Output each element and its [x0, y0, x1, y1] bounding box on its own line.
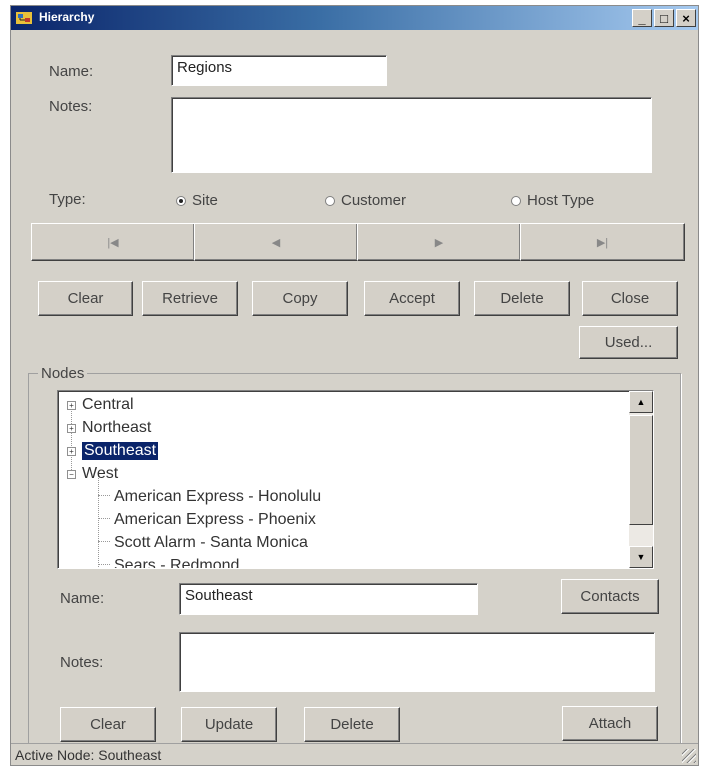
scroll-up-button[interactable]: ▲ — [629, 391, 653, 413]
window-title: Hierarchy — [39, 10, 95, 24]
tree-node-label-selected: Southeast — [82, 442, 159, 460]
last-record-icon: ▶| — [596, 236, 609, 249]
attach-button[interactable]: Attach — [562, 706, 658, 741]
tree-node-central[interactable]: + Central — [67, 394, 134, 416]
name-label: Name: — [49, 63, 94, 80]
status-bar: Active Node: Southeast — [11, 743, 698, 765]
type-radio-host-type[interactable]: Host Type — [511, 192, 594, 209]
contacts-button[interactable]: Contacts — [561, 579, 659, 614]
tree-connector — [98, 495, 110, 496]
tree-leaf-label: Scott Alarm - Santa Monica — [114, 534, 308, 551]
type-label: Type: — [49, 191, 86, 208]
tree-connector — [98, 541, 110, 542]
radio-unselected-icon — [511, 195, 521, 206]
scroll-down-icon: ▼ — [636, 552, 646, 562]
tree-leaf-amex-phoenix[interactable]: American Express - Phoenix — [114, 509, 316, 531]
node-name-input[interactable]: Southeast — [179, 583, 478, 615]
node-delete-button[interactable]: Delete — [304, 707, 400, 742]
collapse-icon[interactable]: − — [67, 469, 76, 479]
close-window-button[interactable]: × — [676, 9, 696, 27]
type-radio-customer[interactable]: Customer — [325, 192, 406, 209]
scroll-down-button[interactable]: ▼ — [629, 546, 653, 568]
nodes-tree[interactable]: + Central + Northeast + Southeast − West… — [57, 390, 654, 569]
minimize-icon: _ — [638, 10, 646, 26]
tree-leaf-label: American Express - Phoenix — [114, 511, 316, 528]
tree-connector — [98, 472, 99, 568]
hierarchy-app-icon — [16, 12, 32, 24]
node-clear-button[interactable]: Clear — [60, 707, 156, 742]
close-icon: × — [682, 10, 690, 26]
node-notes-label: Notes: — [60, 654, 104, 671]
tree-node-west[interactable]: − West — [67, 463, 118, 485]
next-record-button[interactable]: ▶ — [357, 223, 521, 261]
nodes-group-title: Nodes — [38, 365, 88, 382]
expand-icon[interactable]: + — [67, 400, 76, 410]
tree-connector — [98, 564, 110, 565]
type-option-host-type-label: Host Type — [527, 192, 595, 209]
delete-button[interactable]: Delete — [474, 281, 570, 316]
tree-scrollbar[interactable]: ▲ ▼ — [629, 391, 653, 568]
expand-icon[interactable]: + — [67, 423, 76, 433]
tree-node-label: Central — [82, 396, 134, 413]
used-button[interactable]: Used... — [579, 326, 678, 359]
radio-selected-icon — [176, 195, 186, 206]
first-record-icon: |◀ — [107, 236, 119, 249]
tree-node-label: West — [82, 465, 119, 482]
type-option-site-label: Site — [192, 192, 218, 209]
last-record-button[interactable]: ▶| — [520, 223, 685, 261]
next-record-icon: ▶ — [434, 236, 444, 249]
tree-connector — [98, 518, 110, 519]
resize-grip-icon[interactable] — [682, 749, 696, 763]
maximize-icon: □ — [660, 10, 668, 26]
tree-node-label: Northeast — [82, 419, 152, 436]
previous-record-icon: ◀ — [271, 236, 281, 249]
copy-button[interactable]: Copy — [252, 281, 348, 316]
tree-leaf-scott-alarm[interactable]: Scott Alarm - Santa Monica — [114, 532, 308, 554]
tree-leaf-label: American Express - Honolulu — [114, 488, 322, 505]
title-bar[interactable]: Hierarchy _ □ × — [11, 6, 698, 30]
radio-unselected-icon — [325, 195, 335, 206]
type-option-customer-label: Customer — [341, 192, 407, 209]
first-record-button[interactable]: |◀ — [31, 223, 195, 261]
record-navigation-bar: |◀ ◀ ▶ ▶| — [31, 223, 685, 261]
tree-node-northeast[interactable]: + Northeast — [67, 417, 151, 439]
tree-leaf-label: Sears - Redmond — [114, 557, 240, 569]
maximize-button[interactable]: □ — [654, 9, 674, 27]
node-notes-textarea[interactable] — [179, 632, 655, 692]
notes-label: Notes: — [49, 98, 93, 115]
retrieve-button[interactable]: Retrieve — [142, 281, 238, 316]
node-name-label: Name: — [60, 590, 105, 607]
previous-record-button[interactable]: ◀ — [194, 223, 358, 261]
scroll-thumb[interactable] — [629, 415, 653, 525]
tree-leaf-amex-honolulu[interactable]: American Express - Honolulu — [114, 486, 321, 508]
tree-node-southeast[interactable]: + Southeast — [67, 440, 159, 462]
name-input[interactable]: Regions — [171, 55, 387, 86]
expand-icon[interactable]: + — [67, 446, 76, 456]
accept-button[interactable]: Accept — [364, 281, 460, 316]
hierarchy-window: Hierarchy _ □ × Name: Regions Notes: Typ… — [10, 5, 699, 766]
close-button[interactable]: Close — [582, 281, 678, 316]
node-update-button[interactable]: Update — [181, 707, 277, 742]
status-text: Active Node: Southeast — [15, 747, 162, 763]
notes-textarea[interactable] — [171, 97, 652, 173]
type-radio-site[interactable]: Site — [176, 192, 218, 209]
scroll-up-icon: ▲ — [636, 397, 646, 407]
minimize-button[interactable]: _ — [632, 9, 652, 27]
tree-leaf-sears-redmond[interactable]: Sears - Redmond — [114, 555, 240, 569]
clear-button[interactable]: Clear — [38, 281, 133, 316]
